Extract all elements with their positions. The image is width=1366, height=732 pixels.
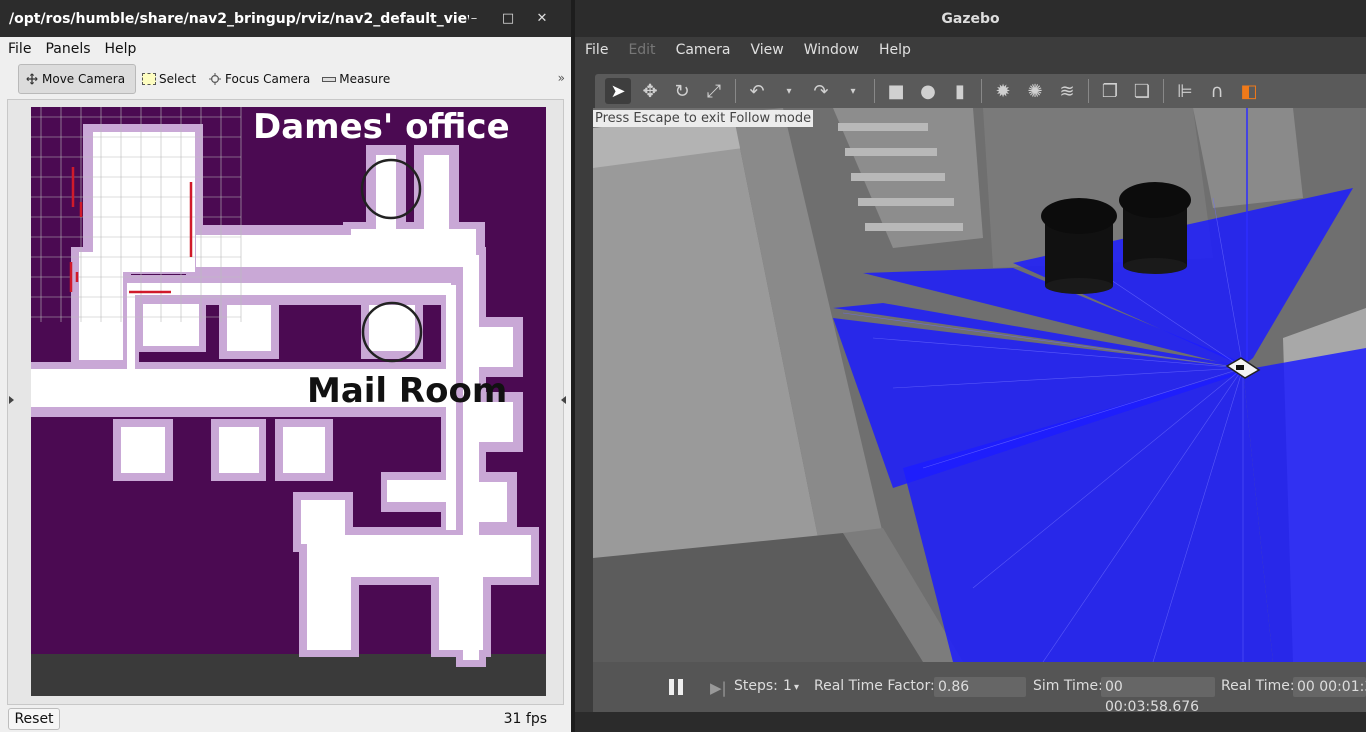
office-label: Dames' office: [253, 107, 510, 147]
mail-room-label: Mail Room: [307, 371, 508, 411]
select-icon: [142, 73, 156, 85]
close-icon[interactable]: ✕: [525, 10, 559, 28]
gazebo-3d-scene[interactable]: Press Escape to exit Follow mode: [593, 108, 1366, 662]
real-time-label: Real Time:: [1221, 678, 1295, 694]
rviz-titlebar: /opt/ros/humble/share/nav2_bringup/rviz/…: [0, 0, 571, 37]
move-camera-button[interactable]: Move Camera: [18, 64, 136, 94]
measure-button[interactable]: Measure: [316, 64, 396, 94]
gz-menu-file[interactable]: File: [585, 42, 608, 58]
box-shape-icon[interactable]: ■: [883, 78, 909, 104]
minimize-icon[interactable]: –: [457, 10, 491, 28]
gazebo-bottom-edge: [575, 712, 1366, 732]
gz-menu-help[interactable]: Help: [879, 42, 911, 58]
toolbar-separator: [1163, 79, 1164, 103]
follow-mode-hint: Press Escape to exit Follow mode: [593, 110, 814, 127]
gz-menu-window[interactable]: Window: [804, 42, 859, 58]
menu-help[interactable]: Help: [105, 41, 137, 57]
simulation-bar: ▶| Steps: 1 ▾ Real Time Factor: 0.86 Sim…: [593, 662, 1366, 715]
maximize-icon[interactable]: □: [491, 10, 525, 28]
gz-menu-edit: Edit: [628, 42, 656, 58]
focus-camera-label: Focus Camera: [225, 72, 311, 86]
rviz-menubar: File Panels Help: [0, 37, 571, 61]
menu-panels[interactable]: Panels: [45, 41, 90, 57]
step-icon[interactable]: ▶|: [710, 679, 727, 697]
gz-menu-camera[interactable]: Camera: [676, 42, 731, 58]
paste-icon[interactable]: ❏: [1129, 78, 1155, 104]
undo-icon[interactable]: ↶: [744, 78, 770, 104]
focus-camera-button[interactable]: Focus Camera: [202, 64, 316, 94]
select-label: Select: [159, 72, 197, 86]
toolbar-separator: [1088, 79, 1089, 103]
bin-right: [1119, 182, 1191, 274]
rviz-window: /opt/ros/humble/share/nav2_bringup/rviz/…: [0, 0, 571, 732]
toolbar-separator: [735, 79, 736, 103]
sim-time-value: 00 00:03:58.676: [1101, 677, 1215, 715]
rviz-toolbar: Move Camera Select Focus Camera Measure …: [0, 61, 571, 97]
scale-mode-icon[interactable]: ⤢: [701, 78, 727, 104]
gz-menu-view[interactable]: View: [751, 42, 784, 58]
snap-icon[interactable]: ∩: [1204, 78, 1230, 104]
ruler-icon: [322, 76, 337, 82]
collapse-left-icon[interactable]: [9, 396, 14, 404]
map-view[interactable]: Dames' office Mail Room: [31, 107, 546, 696]
undo-dropdown-icon[interactable]: ▾: [776, 78, 802, 104]
toolbar-overflow-icon[interactable]: »: [558, 71, 565, 85]
scene-render: [593, 108, 1366, 662]
align-icon[interactable]: ⊫: [1172, 78, 1198, 104]
fps-readout: 31 fps: [503, 711, 547, 727]
cylinder-shape-icon[interactable]: ▮: [947, 78, 973, 104]
gazebo-toolbar: ➤ ✥ ↻ ⤢ ↶ ▾ ↷ ▾ ■ ● ▮ ✹ ✺ ≋ ❐ ❏ ⊫ ∩ ◧: [595, 74, 1366, 108]
copy-icon[interactable]: ❐: [1097, 78, 1123, 104]
steps-value[interactable]: 1: [783, 678, 792, 694]
rtf-label: Real Time Factor:: [814, 678, 935, 694]
translate-mode-icon[interactable]: ✥: [637, 78, 663, 104]
rviz-title: /opt/ros/humble/share/nav2_bringup/rviz/…: [9, 10, 469, 27]
steps-dropdown-icon[interactable]: ▾: [794, 682, 799, 693]
collapse-right-icon[interactable]: [561, 396, 566, 404]
reset-button[interactable]: Reset: [8, 708, 60, 730]
rtf-value: 0.86: [934, 677, 1026, 697]
rviz-statusbar: Reset 31 fps: [0, 706, 571, 732]
gazebo-menubar: File Edit Camera View Window Help: [575, 37, 1366, 63]
pause-icon[interactable]: [669, 679, 685, 695]
move-icon: [26, 73, 38, 85]
toolbar-separator: [981, 79, 982, 103]
gazebo-title: Gazebo: [941, 10, 1000, 27]
redo-icon[interactable]: ↷: [808, 78, 834, 104]
spot-light-icon[interactable]: ✺: [1022, 78, 1048, 104]
gazebo-titlebar: Gazebo: [575, 0, 1366, 37]
sim-time-label: Sim Time:: [1033, 678, 1103, 694]
select-mode-icon[interactable]: ➤: [605, 78, 631, 104]
steps-label: Steps:: [734, 678, 778, 694]
move-camera-label: Move Camera: [42, 72, 126, 86]
point-light-icon[interactable]: ✹: [990, 78, 1016, 104]
select-button[interactable]: Select: [136, 64, 202, 94]
directional-light-icon[interactable]: ≋: [1054, 78, 1080, 104]
view-angle-icon[interactable]: ◧: [1236, 78, 1262, 104]
toolbar-separator: [874, 79, 875, 103]
menu-file[interactable]: File: [8, 41, 31, 57]
rotate-mode-icon[interactable]: ↻: [669, 78, 695, 104]
gazebo-window: Gazebo File Edit Camera View Window Help…: [575, 0, 1366, 732]
measure-label: Measure: [339, 72, 391, 86]
bin-left: [1041, 198, 1117, 294]
real-time-value: 00 00:01:3: [1293, 677, 1366, 697]
sphere-shape-icon[interactable]: ●: [915, 78, 941, 104]
redo-dropdown-icon[interactable]: ▾: [840, 78, 866, 104]
focus-icon: [209, 73, 222, 85]
